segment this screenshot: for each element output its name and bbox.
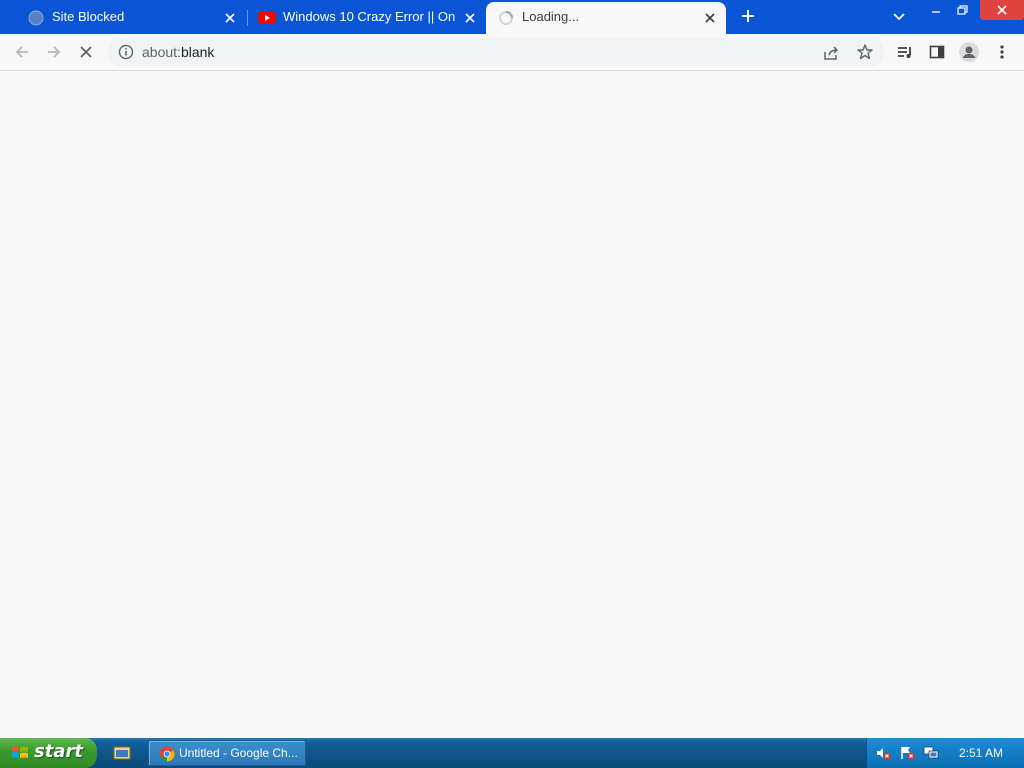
close-icon[interactable] xyxy=(702,10,718,26)
security-alert-icon[interactable] xyxy=(899,745,915,761)
bookmark-button[interactable] xyxy=(856,43,874,61)
close-icon[interactable] xyxy=(462,10,478,26)
chevron-down-icon xyxy=(893,8,905,26)
tab-loading[interactable]: Loading... xyxy=(486,2,726,34)
back-button[interactable] xyxy=(10,40,34,64)
side-panel-icon xyxy=(929,45,945,59)
restore-icon xyxy=(957,5,968,15)
profile-button[interactable] xyxy=(957,40,981,64)
clock: 2:51 AM xyxy=(959,746,1004,760)
system-tray: 2:51 AM xyxy=(866,738,1024,768)
windows-logo-icon xyxy=(10,743,30,763)
taskbar-item-chrome[interactable]: Untitled - Google Ch... xyxy=(148,740,306,766)
tab-search-button[interactable] xyxy=(890,8,908,26)
start-button[interactable]: start xyxy=(0,738,97,768)
plus-icon xyxy=(741,9,755,28)
info-icon[interactable] xyxy=(118,44,134,60)
media-queue-icon xyxy=(898,47,911,58)
restore-button[interactable] xyxy=(952,2,972,20)
browser-toolbar: about:blank xyxy=(0,34,1024,71)
side-panel-button[interactable] xyxy=(925,40,949,64)
url-text[interactable]: about:blank xyxy=(142,44,214,60)
site-blocked-icon xyxy=(28,10,44,26)
star-icon xyxy=(857,44,873,60)
forward-arrow-icon xyxy=(48,46,61,58)
url-path: blank xyxy=(180,44,215,60)
stop-icon xyxy=(80,46,92,58)
taskbar: start Untitled - Google Ch... 2:51 AM xyxy=(0,738,1024,768)
start-label: start xyxy=(34,741,83,762)
close-window-button[interactable] xyxy=(980,0,1024,20)
chrome-icon xyxy=(159,746,175,762)
close-window-icon xyxy=(997,5,1007,15)
back-arrow-icon xyxy=(15,46,28,58)
media-controls-button[interactable] xyxy=(893,40,917,64)
address-bar[interactable]: about:blank xyxy=(108,38,884,67)
loading-spinner-icon xyxy=(498,10,514,26)
new-tab-button[interactable] xyxy=(738,8,758,28)
menu-button[interactable] xyxy=(990,40,1014,64)
tab-youtube-video[interactable]: Windows 10 Crazy Error || On Real Hardwa… xyxy=(248,2,486,34)
share-button[interactable] xyxy=(822,44,840,62)
minimize-icon xyxy=(932,11,940,13)
taskbar-item-label: Untitled - Google Ch... xyxy=(179,746,298,760)
url-scheme: about: xyxy=(142,44,181,60)
close-icon[interactable] xyxy=(222,10,238,26)
avatar-icon xyxy=(959,42,979,62)
share-icon xyxy=(824,46,839,60)
tab-title: Windows 10 Crazy Error || On Real Hardwa… xyxy=(283,9,458,24)
tab-site-blocked[interactable]: Site Blocked xyxy=(8,2,246,34)
show-desktop-icon[interactable] xyxy=(113,745,131,761)
minimize-button[interactable] xyxy=(926,2,946,20)
tab-title: Site Blocked xyxy=(52,9,125,24)
youtube-icon xyxy=(258,10,276,26)
more-vert-icon xyxy=(1000,45,1004,59)
tab-title: Loading... xyxy=(522,9,580,24)
forward-button[interactable] xyxy=(42,40,66,64)
tab-strip: Site Blocked Windows 10 Crazy Error || O… xyxy=(0,0,1024,34)
network-icon[interactable] xyxy=(923,745,939,761)
stop-loading-button[interactable] xyxy=(74,40,98,64)
volume-muted-icon[interactable] xyxy=(875,745,891,761)
page-content xyxy=(0,71,1024,738)
